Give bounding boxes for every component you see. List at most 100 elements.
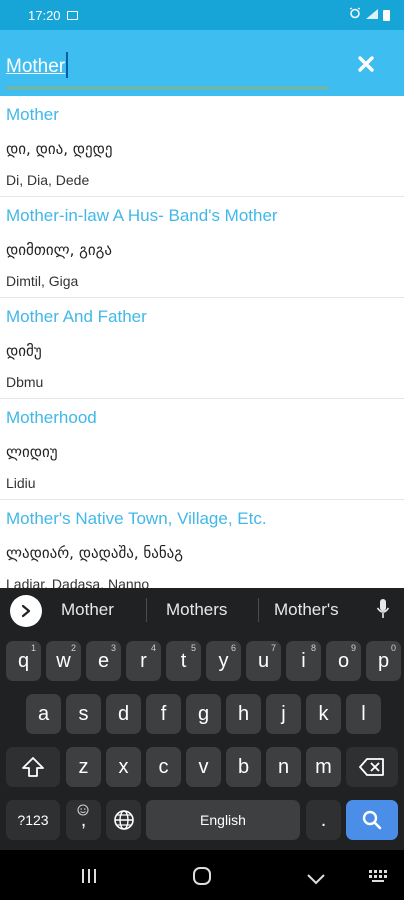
back-button[interactable] [306,870,326,889]
home-button[interactable] [192,866,212,890]
result-georgian: დიმთილ, გიგა [6,241,112,259]
home-icon [193,867,211,885]
key-j[interactable]: j [266,694,301,734]
result-title: Mother's Native Town, Village, Etc. [6,509,267,528]
result-georgian: დიმუ [6,342,42,360]
key-label: h [237,702,250,725]
key-p[interactable]: p0 [366,641,401,681]
keyboard-switch-button[interactable] [368,868,388,887]
key-hint: 0 [390,643,396,653]
search-action-key[interactable] [346,800,398,840]
key-x[interactable]: x [106,747,141,787]
expand-toolbar-button[interactable] [10,595,42,627]
key-z[interactable]: z [66,747,101,787]
key-q[interactable]: q1 [6,641,41,681]
key-label: b [237,755,250,778]
key-o[interactable]: o9 [326,641,361,681]
suggestion-2[interactable]: Mothers [166,600,227,620]
microphone-icon [376,599,390,618]
key-c[interactable]: c [146,747,181,787]
key-n[interactable]: n [266,747,301,787]
clear-search-button[interactable] [352,50,380,78]
result-title: Mother-in-law A Hus- Band's Mother [6,206,278,225]
status-icons [349,7,390,23]
key-l[interactable]: l [346,694,381,734]
key-label: v [198,755,209,778]
key-t[interactable]: t5 [166,641,201,681]
key-label: i [301,649,306,672]
key-label: d [117,702,130,725]
language-key[interactable] [106,800,141,840]
key-hint: 4 [150,643,156,653]
search-input[interactable] [6,52,326,82]
key-hint: 7 [270,643,276,653]
key-label: f [160,702,167,725]
list-item[interactable]: Mother დი, დია, დედე Di, Dia, Dede [0,96,404,197]
space-key[interactable]: English [146,800,300,840]
key-b[interactable]: b [226,747,261,787]
list-item[interactable]: Mother-in-law A Hus- Band's Mother დიმთი… [0,197,404,298]
result-georgian: ლიდიუ [6,443,58,461]
key-label: o [337,649,350,672]
key-label: p [377,649,390,672]
key-v[interactable]: v [186,747,221,787]
key-i[interactable]: i8 [286,641,321,681]
key-hint: 5 [190,643,196,653]
voice-input-button[interactable] [376,598,390,622]
key-a[interactable]: a [26,694,61,734]
key-hint: 1 [30,643,36,653]
close-icon [358,56,374,72]
list-item[interactable]: Mother's Native Town, Village, Etc. ლადი… [0,500,404,588]
key-k[interactable]: k [306,694,341,734]
recent-apps-icon [82,869,96,883]
key-d[interactable]: d [106,694,141,734]
emoji-icon [77,804,89,816]
keyboard-icon [369,870,387,882]
backspace-icon [359,758,384,776]
key-m[interactable]: m [306,747,341,787]
result-title: Motherhood [6,408,97,427]
period-key[interactable]: . [306,800,341,840]
shift-key[interactable] [6,747,60,787]
key-f[interactable]: f [146,694,181,734]
key-label: t [180,649,187,672]
shift-icon [22,757,44,777]
key-h[interactable]: h [226,694,261,734]
soft-keyboard: Mother Mothers Mother's q1w2e3r4t5y6u7i8… [0,588,404,850]
suggestion-3[interactable]: Mother's [274,600,339,620]
key-e[interactable]: e3 [86,641,121,681]
text-cursor [66,52,68,78]
globe-icon [113,810,134,830]
key-u[interactable]: u7 [246,641,281,681]
key-label: k [318,702,329,725]
list-item[interactable]: Mother And Father დიმუ Dbmu [0,298,404,399]
key-hint: 6 [230,643,236,653]
comma-key[interactable]: , [66,800,101,840]
key-label: y [218,649,229,672]
result-transliteration: Lidiu [6,475,36,491]
key-s[interactable]: s [66,694,101,734]
key-label: x [118,755,129,778]
result-transliteration: Dbmu [6,374,44,390]
result-transliteration: Di, Dia, Dede [6,172,90,188]
symbols-key[interactable]: ?123 [6,800,60,840]
result-georgian: ლადიარ, დადაშა, ნანაგ [6,544,184,562]
list-item[interactable]: Motherhood ლიდიუ Lidiu [0,399,404,500]
suggestion-1[interactable]: Mother [61,600,114,620]
key-w[interactable]: w2 [46,641,81,681]
divider [258,598,259,622]
key-r[interactable]: r4 [126,641,161,681]
result-georgian: დი, დია, დედე [6,140,113,158]
key-hint: 8 [310,643,316,653]
search-header [0,30,404,96]
key-y[interactable]: y6 [206,641,241,681]
key-label: c [158,755,169,778]
app-root: 17:20 Mother დი, დია, დედე Di, Dia, Dede [0,0,404,900]
key-label: e [97,649,110,672]
key-g[interactable]: g [186,694,221,734]
search-icon [362,810,382,830]
recent-apps-button[interactable] [80,868,98,888]
backspace-key[interactable] [346,747,398,787]
suggestion-bar: Mother Mothers Mother's [0,588,404,632]
key-hint: 9 [350,643,356,653]
